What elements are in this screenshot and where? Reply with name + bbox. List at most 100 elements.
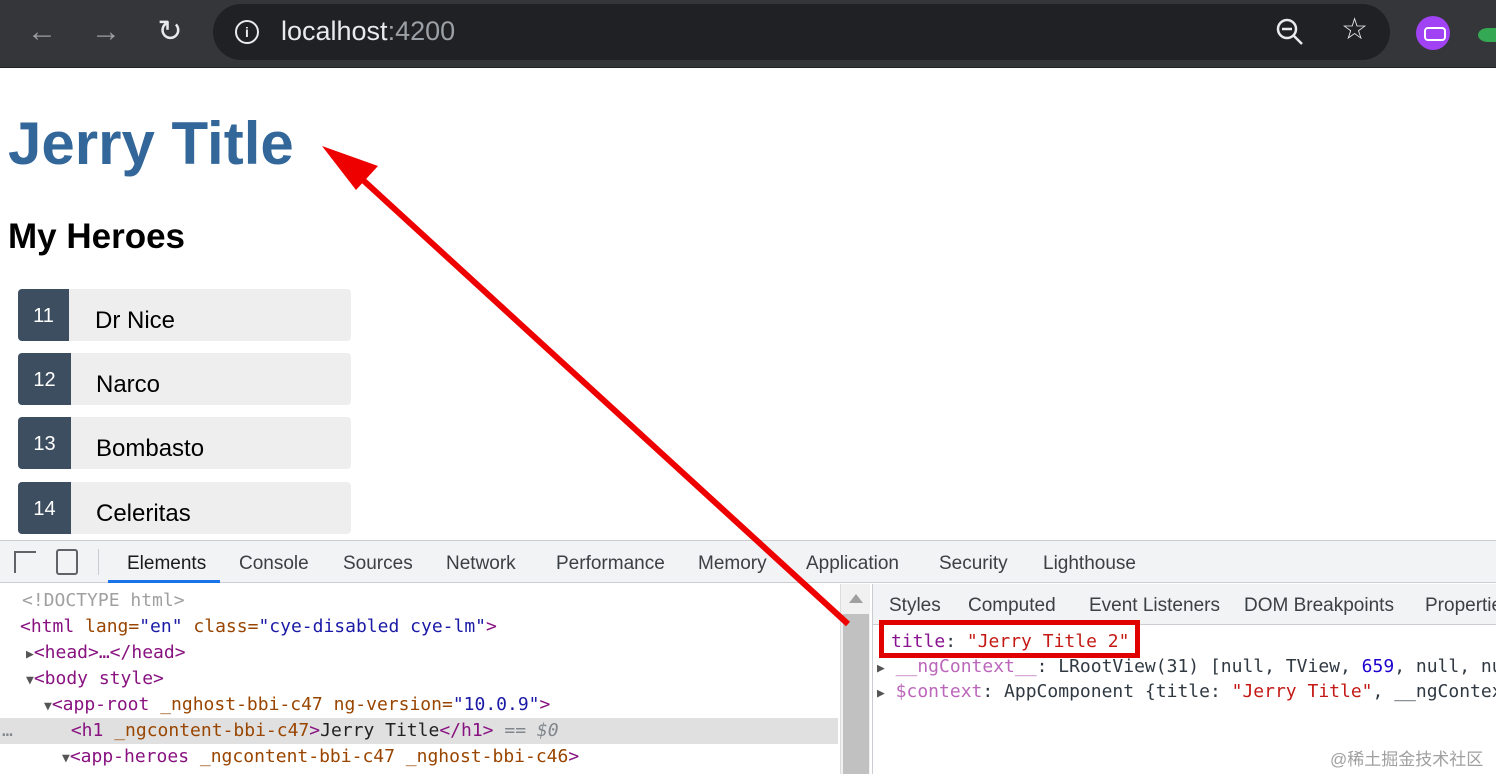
app-root-version-attr: ng-version= — [322, 694, 453, 715]
elements-scrollbar[interactable] — [840, 584, 870, 774]
dom-node-doctype[interactable]: <!DOCTYPE html> — [0, 588, 838, 614]
scroll-thumb[interactable] — [843, 614, 869, 774]
address-bar[interactable]: i localhost:4200 ☆ — [213, 4, 1390, 60]
hero-id-badge: 14 — [18, 482, 71, 534]
heroes-heading: My Heroes — [8, 217, 186, 256]
active-tab-indicator — [108, 580, 220, 583]
tab-application[interactable]: Application — [806, 553, 899, 575]
hero-name: Celeritas — [96, 500, 191, 527]
zoom-out-icon[interactable] — [1274, 16, 1306, 48]
hero-id-badge: 13 — [18, 417, 71, 469]
highlight-box — [879, 620, 1140, 658]
property-rest: , null, null — [1394, 656, 1496, 677]
devtools-toolbar: Elements Console Sources Network Perform… — [0, 541, 1496, 583]
tab-computed[interactable]: Computed — [968, 595, 1056, 617]
html-lang-attr: lang= — [74, 616, 140, 637]
html-tag-close: > — [486, 616, 497, 637]
html-class-val: "cye-disabled cye-lm" — [258, 616, 487, 637]
forward-arrow-icon[interactable]: → — [88, 14, 124, 50]
app-root-tag-close: > — [539, 694, 551, 715]
hero-name: Dr Nice — [95, 307, 176, 334]
info-icon[interactable]: i — [235, 20, 259, 44]
tab-security[interactable]: Security — [939, 553, 1008, 575]
expand-triangle-icon[interactable]: ▶ — [877, 686, 885, 701]
tab-dom-breakpoints[interactable]: DOM Breakpoints — [1244, 595, 1394, 617]
tab-memory[interactable]: Memory — [698, 553, 767, 575]
reload-icon[interactable]: ↻ — [152, 14, 188, 50]
tab-performance[interactable]: Performance — [556, 553, 665, 575]
h1-close-tag: </h1> — [439, 720, 494, 741]
dom-node-head[interactable]: ▶<head>…</head> — [0, 640, 838, 666]
collapse-triangle-icon[interactable]: ▼ — [0, 751, 70, 766]
tab-event-listeners[interactable]: Event Listeners — [1089, 595, 1220, 617]
devtools-panel: Elements Console Sources Network Perform… — [0, 540, 1496, 774]
expand-triangle-icon[interactable]: ▶ — [877, 661, 885, 676]
collapse-triangle-icon[interactable]: ▼ — [0, 673, 34, 688]
property-context[interactable]: ▶ $context: AppComponent {title: "Jerry … — [877, 681, 1496, 706]
extension-icon-2[interactable] — [1478, 28, 1496, 42]
dom-node-app-heroes[interactable]: ▼<app-heroes _ngcontent-bbi-c47 _nghost-… — [0, 744, 838, 770]
h1-tag-gt: > — [309, 720, 321, 741]
tab-lighthouse[interactable]: Lighthouse — [1043, 553, 1136, 575]
toolbar-divider — [98, 549, 99, 575]
browser-toolbar: ← → ↻ i localhost:4200 ☆ — [0, 0, 1496, 68]
collapse-triangle-icon[interactable]: ▼ — [0, 699, 52, 714]
h1-text: Jerry Title — [320, 720, 440, 741]
dom-node-body[interactable]: ▼<body style> — [0, 666, 838, 692]
hero-list-item[interactable]: 13 Bombasto — [18, 417, 351, 469]
app-root-attr: _nghost-bbi-c47 — [149, 694, 323, 715]
selected-ref: == $0 — [493, 720, 559, 741]
more-actions-icon[interactable]: … — [0, 720, 13, 741]
url-host: localhost — [281, 16, 388, 46]
dom-node-h1-selected[interactable]: … <h1 _ngcontent-bbi-c47>Jerry Title</h1>… — [0, 718, 838, 744]
inspect-element-icon[interactable] — [14, 551, 36, 573]
h1-tag: <h1 — [70, 720, 104, 741]
h1-attr: _ngcontent-bbi-c47 — [103, 720, 310, 741]
hero-id-badge: 12 — [18, 353, 71, 405]
url-port: :4200 — [387, 16, 456, 46]
app-heroes-tag: <app-heroes — [69, 746, 190, 767]
app-heroes-attr: _ngcontent-bbi-c47 _nghost-bbi-c46 — [189, 746, 569, 767]
doctype-text: <!DOCTYPE html> — [22, 590, 185, 611]
property-number: 659 — [1361, 656, 1395, 677]
expand-triangle-icon[interactable]: ▶ — [0, 647, 34, 662]
html-lang-val: "en" — [139, 616, 183, 637]
extension-icon[interactable] — [1416, 16, 1450, 50]
url-text[interactable]: localhost:4200 — [281, 16, 455, 47]
tab-styles[interactable]: Styles — [889, 595, 941, 617]
app-heroes-tag-close: > — [568, 746, 580, 767]
app-title: Jerry Title — [8, 110, 294, 177]
hero-id-badge: 11 — [18, 289, 69, 341]
hero-list-item[interactable]: 12 Narco — [18, 353, 351, 405]
head-tag: <head>…</head> — [33, 642, 186, 663]
device-toolbar-icon[interactable] — [56, 549, 78, 575]
property-ngcontext[interactable]: ▶ __ngContext__: LRootView(31) [null, TV… — [877, 656, 1496, 681]
property-value: "Jerry Title" — [1231, 681, 1373, 702]
elements-tree: <!DOCTYPE html> <html lang="en" class="c… — [0, 584, 838, 774]
watermark: @稀土掘金技术社区 — [1330, 750, 1484, 769]
tab-sources[interactable]: Sources — [343, 553, 413, 575]
bookmark-star-icon[interactable]: ☆ — [1341, 12, 1368, 47]
property-separator: : AppComponent {title: — [982, 681, 1232, 702]
hero-name: Bombasto — [96, 435, 205, 462]
tab-properties[interactable]: Properties — [1425, 595, 1496, 617]
page-content: Jerry Title My Heroes 11 Dr Nice 12 Narc… — [0, 69, 1496, 539]
app-root-tag: <app-root — [51, 694, 150, 715]
property-key: __ngContext__ — [895, 656, 1037, 677]
hero-list-item[interactable]: 14 Celeritas — [18, 482, 351, 534]
html-class-attr: class= — [182, 616, 259, 637]
body-tag: <body style> — [33, 668, 164, 689]
hero-list-item[interactable]: 11 Dr Nice — [18, 289, 351, 341]
tab-elements[interactable]: Elements — [127, 553, 206, 575]
tab-network[interactable]: Network — [446, 553, 516, 575]
property-rest: , __ngContext_ — [1372, 681, 1496, 702]
scroll-up-icon[interactable] — [849, 594, 863, 603]
html-tag: <html — [20, 616, 75, 637]
tab-console[interactable]: Console — [239, 553, 309, 575]
dom-node-app-root[interactable]: ▼<app-root _nghost-bbi-c47 ng-version="1… — [0, 692, 838, 718]
back-arrow-icon[interactable]: ← — [24, 14, 60, 50]
property-key: $context — [895, 681, 983, 702]
property-separator: : LRootView(31) [null, TView, — [1036, 656, 1362, 677]
hero-name: Narco — [96, 371, 161, 398]
dom-node-html[interactable]: <html lang="en" class="cye-disabled cye-… — [0, 614, 838, 640]
